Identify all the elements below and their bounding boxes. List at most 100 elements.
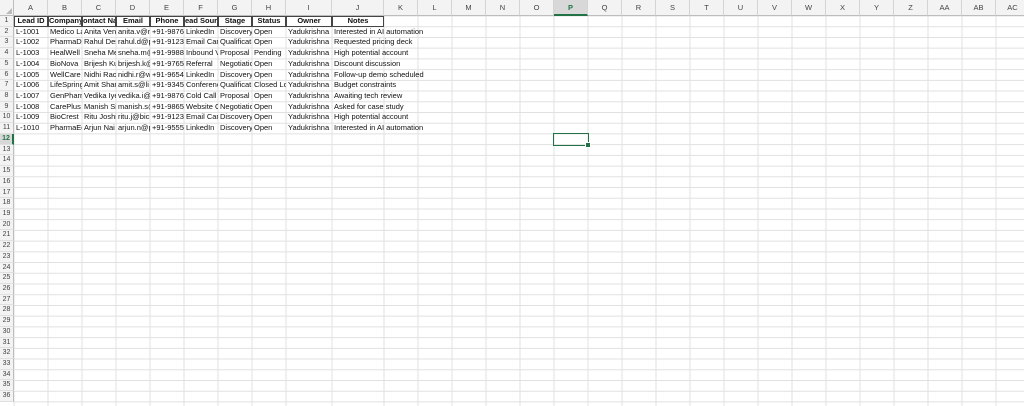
cell-owner[interactable]: Yadukrishna <box>286 102 332 113</box>
row-header-13[interactable]: 13 <box>0 144 14 156</box>
cell-lead-id[interactable]: L-1009 <box>14 112 48 123</box>
cell-lead-source[interactable]: Conferenc <box>184 80 218 91</box>
cell-notes[interactable]: Asked for case study <box>332 102 452 113</box>
cell-notes[interactable]: Requested pricing deck <box>332 37 452 48</box>
cell-phone[interactable]: +91-98650 <box>150 102 184 113</box>
cell-company[interactable]: GenPharm <box>48 91 82 102</box>
column-header-v[interactable]: V <box>758 0 792 16</box>
cell-notes[interactable]: Awaiting tech review <box>332 91 452 102</box>
cell-status[interactable]: Pending <box>252 48 286 59</box>
cell-company[interactable]: BioNova <box>48 59 82 70</box>
cell-phone[interactable]: +91-98765 <box>150 27 184 38</box>
column-header-s[interactable]: S <box>656 0 690 16</box>
header-cell-email[interactable]: Email <box>116 16 150 27</box>
column-header-b[interactable]: B <box>48 0 82 16</box>
row-header-5[interactable]: 5 <box>0 58 14 70</box>
cell-owner[interactable]: Yadukrishna <box>286 80 332 91</box>
cell-email[interactable]: anita.v@n <box>116 27 150 38</box>
cell-notes[interactable]: Interested in AI automation <box>332 123 452 134</box>
cell-notes[interactable]: High potential account <box>332 48 452 59</box>
cell-email[interactable]: rahul.d@p <box>116 37 150 48</box>
cell-stage[interactable]: Qualificat <box>218 37 252 48</box>
column-header-o[interactable]: O <box>520 0 554 16</box>
row-header-7[interactable]: 7 <box>0 80 14 92</box>
cell-stage[interactable]: Proposal <box>218 91 252 102</box>
cell-status[interactable]: Open <box>252 27 286 38</box>
cell-contact-name[interactable]: Brijesh Ku <box>82 59 116 70</box>
header-cell-status[interactable]: Status <box>252 16 286 27</box>
cell-contact-name[interactable]: Rahul Des <box>82 37 116 48</box>
cell-stage[interactable]: Discovery <box>218 123 252 134</box>
row-header-11[interactable]: 11 <box>0 123 14 134</box>
cell-lead-source[interactable]: LinkedIn <box>184 70 218 81</box>
cell-email[interactable]: brijesh.k@ <box>116 59 150 70</box>
row-header-1[interactable]: 1 <box>0 16 14 27</box>
column-header-c[interactable]: C <box>82 0 116 16</box>
cell-phone[interactable]: +91-91234 <box>150 37 184 48</box>
row-header-12[interactable]: 12 <box>0 133 14 145</box>
row-header-33[interactable]: 33 <box>0 359 14 370</box>
row-header-31[interactable]: 31 <box>0 337 14 349</box>
row-header-9[interactable]: 9 <box>0 101 14 113</box>
column-header-f[interactable]: F <box>184 0 218 16</box>
row-header-23[interactable]: 23 <box>0 251 14 263</box>
column-header-ac[interactable]: AC <box>996 0 1024 16</box>
cell-email[interactable]: vedika.i@ <box>116 91 150 102</box>
cell-owner[interactable]: Yadukrishna <box>286 48 332 59</box>
cell-owner[interactable]: Yadukrishna <box>286 70 332 81</box>
column-header-z[interactable]: Z <box>894 0 928 16</box>
cell-owner[interactable]: Yadukrishna <box>286 59 332 70</box>
cell-company[interactable]: WellCare <box>48 70 82 81</box>
cell-status[interactable]: Closed Lo <box>252 80 286 91</box>
cell-company[interactable]: HealWell <box>48 48 82 59</box>
cell-lead-id[interactable]: L-1003 <box>14 48 48 59</box>
cell-stage[interactable]: Discovery <box>218 70 252 81</box>
cell-phone[interactable]: +91-99887 <box>150 48 184 59</box>
column-header-w[interactable]: W <box>792 0 826 16</box>
cell-stage[interactable]: Negotiatio <box>218 59 252 70</box>
cell-company[interactable]: BioCrest <box>48 112 82 123</box>
cell-owner[interactable]: Yadukrishna <box>286 112 332 123</box>
cell-company[interactable]: CarePlus <box>48 102 82 113</box>
cell-lead-source[interactable]: LinkedIn <box>184 27 218 38</box>
cell-owner[interactable]: Yadukrishna <box>286 123 332 134</box>
cell-contact-name[interactable]: Sneha Me <box>82 48 116 59</box>
row-header-29[interactable]: 29 <box>0 316 14 327</box>
row-header-15[interactable]: 15 <box>0 166 14 177</box>
column-header-a[interactable]: A <box>14 0 48 16</box>
row-header-18[interactable]: 18 <box>0 198 14 209</box>
cell-lead-id[interactable]: L-1006 <box>14 80 48 91</box>
row-header-20[interactable]: 20 <box>0 219 14 231</box>
header-cell-stage[interactable]: Stage <box>218 16 252 27</box>
cell-email[interactable]: ritu.j@bic <box>116 112 150 123</box>
cell-lead-source[interactable]: Cold Call <box>184 91 218 102</box>
row-header-30[interactable]: 30 <box>0 326 14 338</box>
cell-notes[interactable]: Follow-up demo scheduled <box>332 70 452 81</box>
cell-status[interactable]: Open <box>252 102 286 113</box>
cell-email[interactable]: manish.s@ <box>116 102 150 113</box>
select-all-corner[interactable] <box>0 0 14 16</box>
row-header-8[interactable]: 8 <box>0 91 14 102</box>
row-header-19[interactable]: 19 <box>0 208 14 220</box>
cell-status[interactable]: Open <box>252 37 286 48</box>
header-cell-lead-source[interactable]: ead Sourc <box>184 16 218 27</box>
cell-lead-source[interactable]: Inbound V <box>184 48 218 59</box>
cell-company[interactable]: Medico La <box>48 27 82 38</box>
column-header-l[interactable]: L <box>418 0 452 16</box>
column-header-t[interactable]: T <box>690 0 724 16</box>
cell-company[interactable]: PharmaDi <box>48 37 82 48</box>
header-cell-owner[interactable]: Owner <box>286 16 332 27</box>
row-header-26[interactable]: 26 <box>0 284 14 295</box>
cell-lead-id[interactable]: L-1004 <box>14 59 48 70</box>
cell-lead-id[interactable]: L-1005 <box>14 70 48 81</box>
cell-lead-id[interactable]: L-1007 <box>14 91 48 102</box>
spreadsheet-grid[interactable]: A B C D E F G H I J K L M N O P Q R S T U V W X Y Z AA AB AC 1234567… <box>0 0 1024 406</box>
column-header-x[interactable]: X <box>826 0 860 16</box>
row-header-24[interactable]: 24 <box>0 262 14 274</box>
row-header-22[interactable]: 22 <box>0 241 14 252</box>
cell-owner[interactable]: Yadukrishna <box>286 27 332 38</box>
column-header-ab[interactable]: AB <box>962 0 996 16</box>
cell-contact-name[interactable]: Ritu Joshi <box>82 112 116 123</box>
cell-contact-name[interactable]: Arjun Nai <box>82 123 116 134</box>
cell-company[interactable]: PharmaEd <box>48 123 82 134</box>
